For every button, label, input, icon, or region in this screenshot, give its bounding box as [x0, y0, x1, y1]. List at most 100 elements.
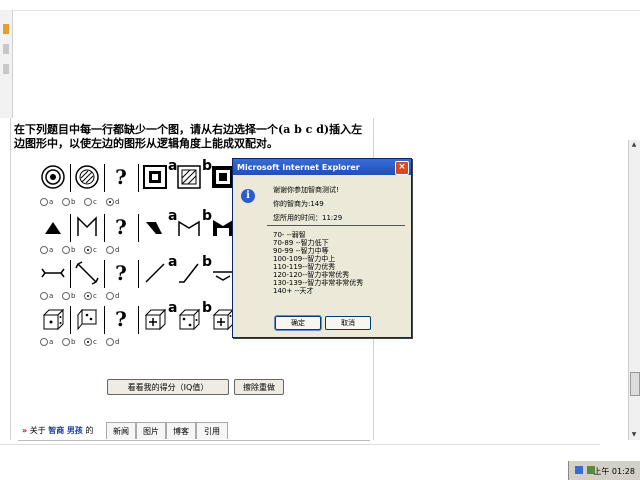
radio-label: c — [93, 338, 97, 346]
grid-divider — [70, 214, 71, 242]
question-mark: ? — [115, 261, 127, 285]
diagonal-arrow-figure — [72, 258, 102, 288]
scroll-thumb[interactable] — [630, 372, 640, 396]
radio-label: d — [115, 338, 120, 346]
answer-radios-row-1: a b c d — [38, 198, 138, 208]
radio-b[interactable] — [62, 198, 70, 206]
grid-divider — [138, 306, 139, 334]
radio-label: a — [49, 338, 54, 346]
scale-line: 140+ --天才 — [273, 287, 314, 295]
puzzle-row-2: ? a b — [38, 208, 242, 244]
network-icon[interactable] — [575, 466, 583, 474]
scroll-down-icon[interactable]: ▼ — [629, 430, 639, 440]
close-icon[interactable]: × — [395, 161, 409, 175]
radio-d[interactable] — [106, 246, 114, 254]
dotted-cube-figure — [174, 304, 204, 334]
about-suffix: 的 — [85, 426, 94, 435]
radio-d[interactable] — [106, 198, 114, 206]
radio-a[interactable] — [40, 246, 48, 254]
radio-label: b — [71, 198, 76, 206]
dialog-thanks: 谢谢你参加智商测试! — [273, 186, 339, 194]
system-tray: 上午 01:28 — [568, 461, 640, 480]
triangle-figure — [38, 212, 68, 242]
question-mark: ? — [115, 307, 127, 331]
grid-divider — [104, 214, 105, 242]
top-strip — [0, 0, 640, 11]
radio-label: d — [115, 292, 120, 300]
wedge-figure — [140, 212, 170, 242]
left-edge-marker — [3, 44, 9, 54]
dialog-title: Microsoft Internet Explorer — [237, 163, 360, 172]
question-mark: ? — [115, 215, 127, 239]
plus-cube-figure — [140, 304, 170, 334]
tab-citation[interactable]: 引用 — [196, 422, 228, 439]
cancel-button[interactable]: 取消 — [325, 316, 371, 330]
dialog-divider — [267, 225, 405, 226]
radio-c[interactable] — [84, 292, 92, 300]
vertical-scrollbar[interactable]: ▲ ▼ — [628, 140, 640, 440]
grid-divider — [104, 306, 105, 334]
radio-a[interactable] — [40, 292, 48, 300]
radio-a[interactable] — [40, 198, 48, 206]
die-cube-figure — [72, 304, 102, 334]
radio-label: b — [71, 338, 76, 346]
reset-button[interactable]: 擦除重做 — [234, 379, 284, 395]
alert-dialog: Microsoft Internet Explorer × i 谢谢你参加智商测… — [232, 158, 412, 338]
radio-label: c — [93, 198, 97, 206]
radio-label: b — [71, 292, 76, 300]
radio-d[interactable] — [106, 292, 114, 300]
double-arrow-icon: » — [22, 426, 28, 435]
tab-images[interactable]: 图片 — [136, 422, 166, 439]
about-prefix: 关于 — [29, 426, 46, 435]
slanted-line-figure — [140, 258, 170, 288]
related-about: » 关于 智商 男孩 的 — [22, 425, 93, 436]
puzzle-grid: ? a b a b c d ? a b a b c d ? a b a b c … — [38, 158, 242, 346]
dialog-score: 你的智商为:149 — [273, 200, 324, 208]
clock: 上午 01:28 — [593, 467, 635, 476]
scroll-up-icon[interactable]: ▲ — [629, 140, 639, 150]
answer-radios-row-2: a b c d — [38, 246, 138, 256]
show-score-button[interactable]: 看看我的得分（IQ值） — [107, 379, 229, 395]
grid-divider — [70, 164, 71, 192]
grid-divider — [104, 260, 105, 288]
ok-button[interactable]: 确定 — [274, 315, 322, 331]
radio-a[interactable] — [40, 338, 48, 346]
radio-c[interactable] — [84, 338, 92, 346]
tab-news[interactable]: 新闻 — [106, 422, 136, 439]
instruction-text: 在下列题目中每一行都缺少一个图，请从右边选择一个(a b c d)插入左边图形中… — [14, 123, 363, 150]
radio-c[interactable] — [84, 246, 92, 254]
die-cube-figure — [38, 304, 68, 334]
hatched-circle-figure — [72, 162, 102, 192]
radio-label: d — [115, 198, 120, 206]
radio-b[interactable] — [62, 338, 70, 346]
taskbar — [0, 460, 640, 480]
radio-b[interactable] — [62, 292, 70, 300]
keyword-link[interactable]: 男孩 — [67, 426, 83, 435]
left-edge-marker — [3, 64, 9, 74]
grid-divider — [70, 306, 71, 334]
radio-label: a — [49, 198, 54, 206]
answer-radios-row-4: a b c d — [38, 338, 138, 348]
tab-blog[interactable]: 博客 — [166, 422, 196, 439]
radio-b[interactable] — [62, 246, 70, 254]
left-edge-marker — [3, 24, 9, 34]
grid-divider — [104, 164, 105, 192]
info-icon: i — [241, 189, 255, 203]
notched-outline-figure — [174, 212, 204, 242]
radio-c[interactable] — [84, 198, 92, 206]
radio-label: b — [71, 246, 76, 254]
puzzle-row-1: ? a b — [38, 158, 242, 194]
question-mark: ? — [115, 165, 127, 189]
keyword-link[interactable]: 智商 — [48, 426, 64, 435]
concentric-circles-figure — [38, 162, 68, 192]
radio-d[interactable] — [106, 338, 114, 346]
slanted-hook-figure — [174, 258, 204, 288]
peaked-outline-figure — [72, 212, 102, 242]
hatched-square-figure — [174, 162, 204, 192]
grid-divider — [138, 214, 139, 242]
radio-label: d — [115, 246, 120, 254]
barbell-line-figure — [38, 258, 68, 288]
answer-radios-row-3: a b c d — [38, 292, 138, 302]
dialog-titlebar[interactable]: Microsoft Internet Explorer × — [233, 159, 411, 175]
left-edge-panel — [0, 10, 13, 118]
